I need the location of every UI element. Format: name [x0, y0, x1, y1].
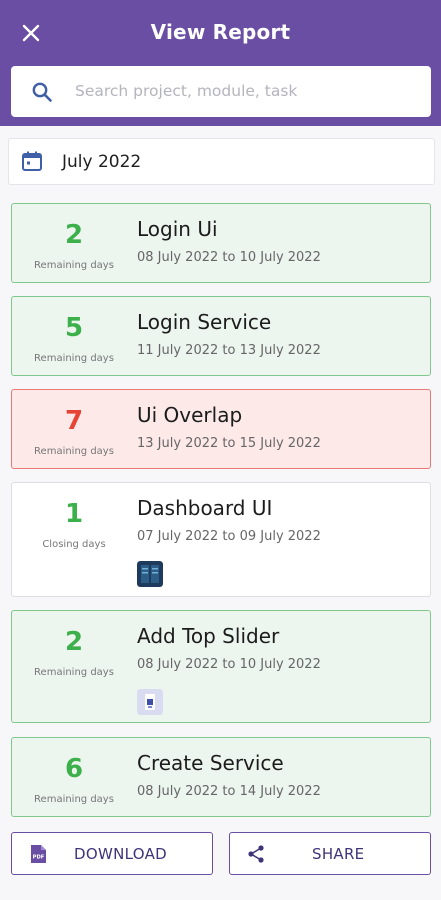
- task-card[interactable]: 2 Remaining days Login Ui 08 July 2022 t…: [11, 203, 431, 283]
- attachment-thumbnail[interactable]: [137, 561, 163, 587]
- task-card[interactable]: 1 Closing days Dashboard UI 07 July 2022…: [11, 482, 431, 597]
- search-placeholder: Search project, module, task: [75, 82, 298, 100]
- share-icon: [248, 845, 264, 863]
- days-count: 6: [64, 754, 84, 784]
- task-date-range: 11 July 2022 to 13 July 2022: [137, 343, 321, 358]
- task-name: Dashboard UI: [137, 496, 273, 520]
- share-button[interactable]: SHARE: [229, 832, 431, 875]
- search-icon: [32, 82, 52, 102]
- days-label: Remaining days: [34, 794, 114, 805]
- days-count: 5: [64, 313, 84, 343]
- calendar-icon: [22, 151, 42, 171]
- search-input[interactable]: Search project, module, task: [11, 66, 431, 117]
- pdf-icon-text: PDF: [33, 855, 45, 861]
- attachment-thumbnail[interactable]: [137, 689, 163, 715]
- days-count: 2: [64, 627, 84, 657]
- month-label: July 2022: [62, 152, 142, 172]
- download-label: DOWNLOAD: [74, 845, 167, 863]
- task-name: Ui Overlap: [137, 403, 243, 427]
- task-name: Create Service: [137, 751, 284, 775]
- pdf-icon: PDF: [31, 845, 46, 863]
- days-count: 7: [64, 406, 84, 436]
- task-date-range: 08 July 2022 to 14 July 2022: [137, 784, 321, 799]
- month-selector[interactable]: July 2022: [8, 138, 435, 185]
- task-name: Add Top Slider: [137, 624, 280, 648]
- days-label: Closing days: [42, 539, 106, 550]
- days-label: Remaining days: [34, 446, 114, 457]
- task-card[interactable]: 5 Remaining days Login Service 11 July 2…: [11, 296, 431, 376]
- days-label: Remaining days: [34, 667, 114, 678]
- task-name: Login Ui: [137, 217, 218, 241]
- days-count: 2: [64, 220, 84, 250]
- days-label: Remaining days: [34, 353, 114, 364]
- share-label: SHARE: [312, 845, 365, 863]
- task-card[interactable]: 7 Remaining days Ui Overlap 13 July 2022…: [11, 389, 431, 469]
- download-button[interactable]: PDF DOWNLOAD: [11, 832, 213, 875]
- task-name: Login Service: [137, 310, 272, 334]
- task-card[interactable]: 6 Remaining days Create Service 08 July …: [11, 737, 431, 817]
- days-label: Remaining days: [34, 260, 114, 271]
- days-count: 1: [64, 499, 84, 529]
- task-date-range: 13 July 2022 to 15 July 2022: [137, 436, 321, 451]
- task-date-range: 08 July 2022 to 10 July 2022: [137, 657, 321, 672]
- task-card[interactable]: 2 Remaining days Add Top Slider 08 July …: [11, 610, 431, 723]
- app-header: View Report Search project, module, task: [0, 0, 441, 126]
- task-date-range: 07 July 2022 to 09 July 2022: [137, 529, 321, 544]
- page-title: View Report: [150, 20, 291, 44]
- task-date-range: 08 July 2022 to 10 July 2022: [137, 250, 321, 265]
